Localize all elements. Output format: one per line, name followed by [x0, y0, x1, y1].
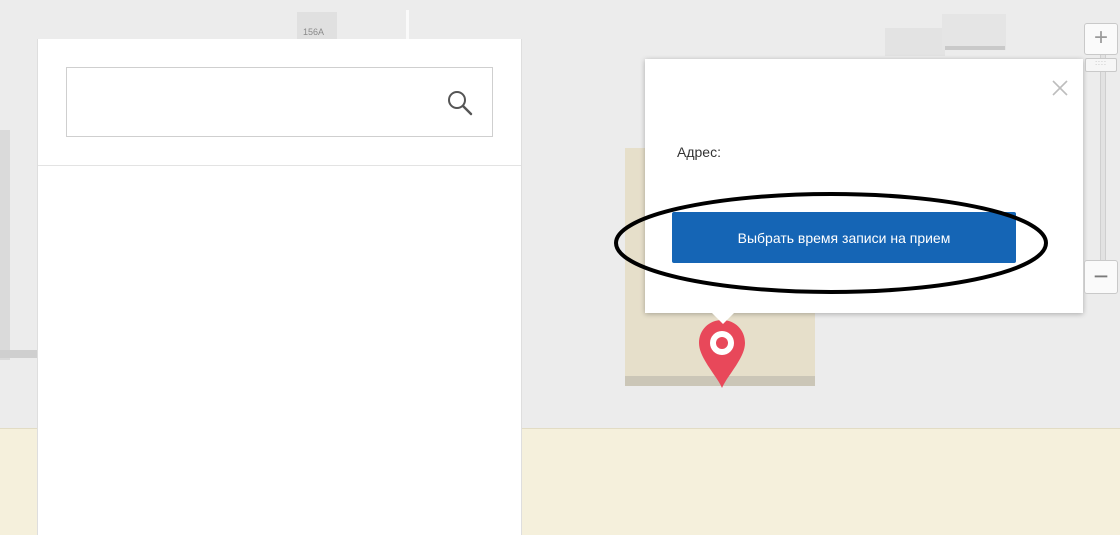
location-popup: Адрес: Выбрать время записи на прием — [645, 59, 1083, 313]
search-input[interactable] — [67, 68, 427, 136]
map-building — [942, 14, 1006, 50]
address-label: Адрес: — [677, 144, 721, 160]
building-number-label: 156A — [303, 27, 325, 37]
search-panel — [37, 39, 522, 535]
zoom-slider-track[interactable] — [1100, 55, 1106, 260]
zoom-in-button[interactable]: + — [1084, 23, 1118, 55]
search-icon[interactable] — [445, 88, 475, 118]
popup-tail — [711, 312, 735, 324]
zoom-slider-handle[interactable]: :::: — [1085, 58, 1117, 72]
search-box — [66, 67, 493, 137]
map-building — [0, 130, 10, 360]
close-icon[interactable] — [1050, 78, 1070, 98]
map-building — [885, 28, 945, 56]
map-building-edge — [0, 350, 38, 358]
location-marker-icon[interactable] — [697, 318, 747, 390]
panel-divider — [38, 165, 521, 166]
map-building-edge — [945, 46, 1005, 50]
select-appointment-time-button[interactable]: Выбрать время записи на прием — [672, 212, 1016, 263]
zoom-out-button[interactable]: − — [1084, 260, 1118, 294]
